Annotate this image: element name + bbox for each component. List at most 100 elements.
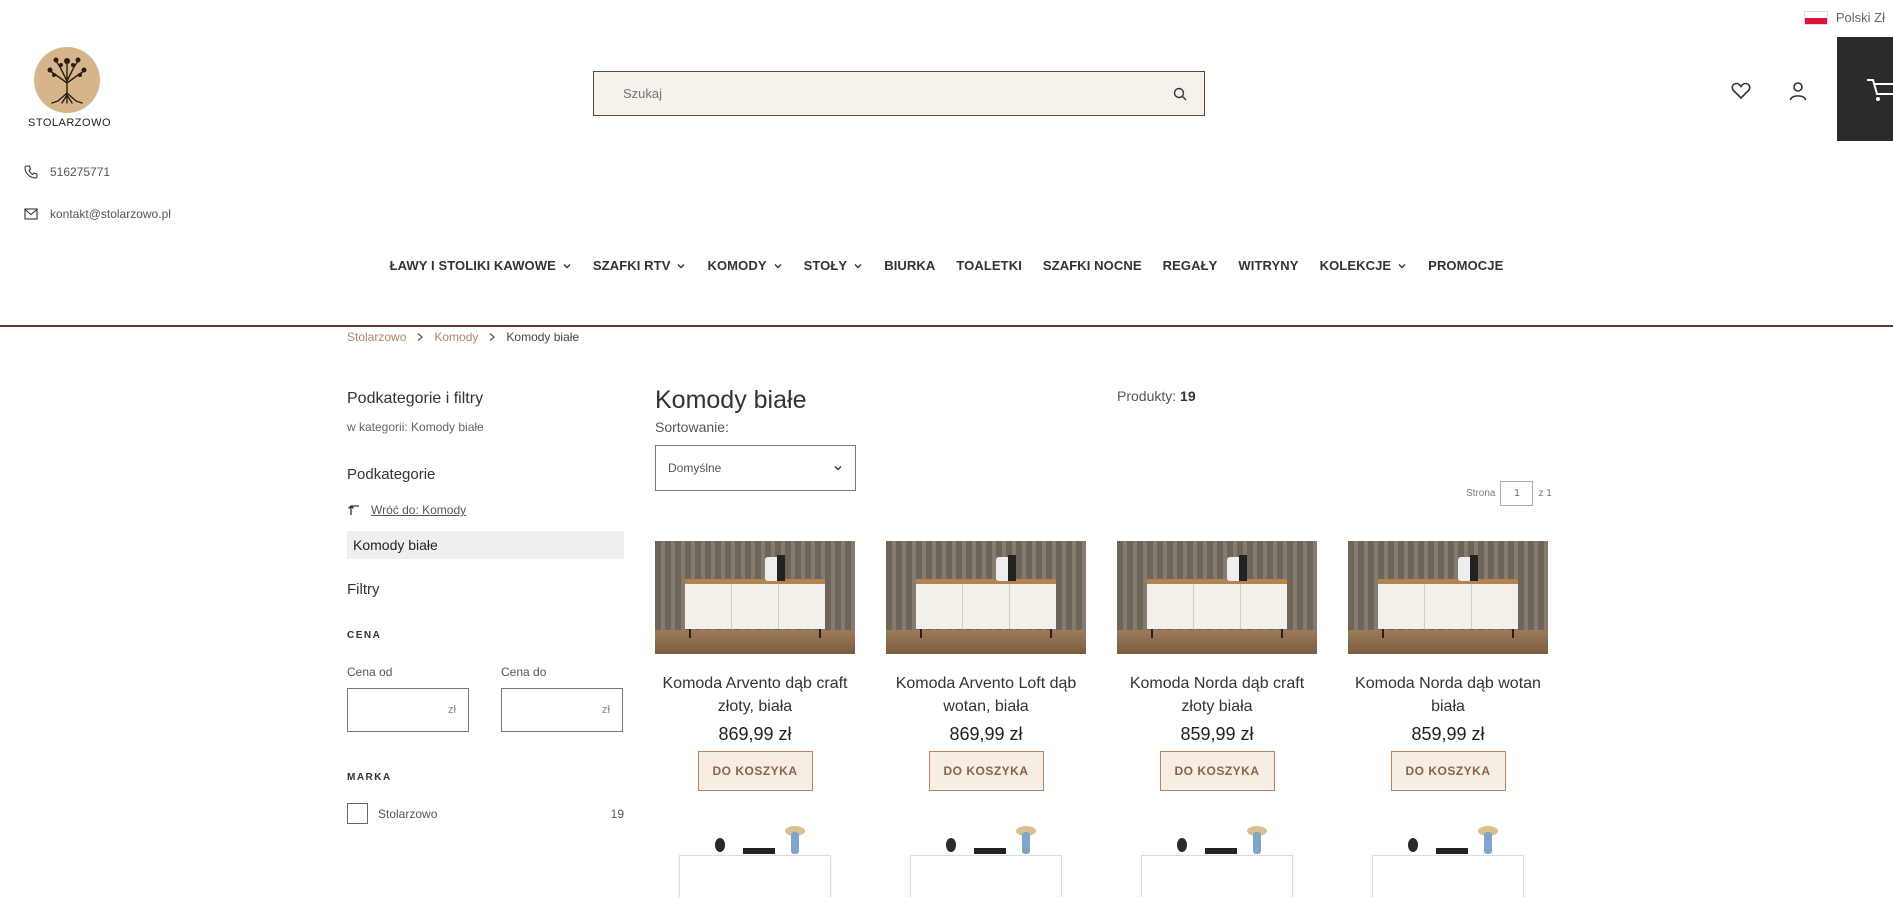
breadcrumb-current: Komody białe (506, 330, 580, 344)
back-link-label: Wróć do: Komody (371, 503, 467, 517)
product-name[interactable]: Komoda Norda dąb wotan biała (1348, 672, 1548, 718)
product-name[interactable]: Komoda Arvento Loft dąb wotan, biała (886, 672, 1086, 718)
nav-item-szafki-rtv[interactable]: SZAFKI RTV (582, 258, 697, 273)
price-from-label: Cena od (347, 665, 393, 679)
nav-item-stoly[interactable]: STOŁY (793, 258, 874, 273)
logo[interactable]: STOLARZOWO (28, 47, 112, 129)
chevron-right-icon (417, 333, 424, 341)
chevron-down-icon (834, 466, 842, 471)
email-address: kontakt@stolarzowo.pl (50, 207, 171, 221)
nav-label: ŁAWY I STOLIKI KAWOWE (389, 258, 556, 273)
product-image[interactable] (886, 826, 1086, 897)
search-icon (1173, 87, 1187, 100)
language-currency-switch[interactable]: Polski Zł (1803, 10, 1885, 25)
nav-item-witryny[interactable]: WITRYNY (1228, 258, 1309, 273)
sort-label: Sortowanie: (655, 419, 729, 435)
phone-icon (24, 165, 38, 179)
pager-label: Strona (1466, 488, 1496, 499)
nav-item-regaly[interactable]: REGAŁY (1152, 258, 1228, 273)
chevron-down-icon (677, 263, 685, 268)
nav-item-biurka[interactable]: BIURKA (874, 258, 946, 273)
product-card: Komoda Arvento Loft dąb wotan, biała 869… (886, 541, 1086, 791)
cart-button[interactable] (1837, 37, 1893, 141)
subcategories-heading: Podkategorie (347, 466, 436, 483)
sidebar-subtitle: w kategorii: Komody białe (347, 420, 484, 434)
nav-label: SZAFKI NOCNE (1042, 258, 1142, 273)
sidebar-title: Podkategorie i filtry (347, 390, 484, 407)
add-to-cart-button[interactable]: DO KOSZYKA (1390, 751, 1506, 791)
chevron-down-icon (563, 263, 571, 268)
chevron-down-icon (854, 263, 862, 268)
nav-label: WITRYNY (1238, 258, 1299, 273)
search-input[interactable] (594, 72, 1156, 115)
product-card: Komoda Norda dąb craft złoty biała 859,9… (1117, 541, 1317, 791)
add-to-cart-button[interactable]: DO KOSZYKA (697, 751, 813, 791)
account-button[interactable] (1783, 76, 1813, 106)
product-name[interactable]: Komoda Norda dąb craft złoty biała (1117, 672, 1317, 718)
nav-item-szafki-nocne[interactable]: SZAFKI NOCNE (1032, 258, 1152, 273)
nav-label: REGAŁY (1162, 258, 1218, 273)
product-image[interactable] (1117, 541, 1317, 654)
breadcrumb: Stolarzowo Komody Komody białe (347, 330, 579, 344)
product-image[interactable] (1348, 541, 1548, 654)
subcategory-komody-biale[interactable]: Komody białe (347, 531, 624, 559)
chevron-right-icon (489, 333, 496, 341)
pagination: Strona 1 z 1 (1466, 481, 1552, 506)
brand-count: 19 (610, 806, 624, 821)
sort-select[interactable]: Domyślne (655, 445, 856, 491)
nav-item-lawy-stoliki[interactable]: ŁAWY I STOLIKI KAWOWE (379, 258, 582, 273)
nav-label: PROMOCJE (1428, 258, 1504, 273)
price-heading: CENA (347, 630, 382, 641)
nav-item-kolekcje[interactable]: KOLEKCJE (1309, 258, 1418, 273)
count-value: 19 (1180, 388, 1196, 404)
nav-item-promocje[interactable]: PROMOCJE (1418, 258, 1514, 273)
brand-name: Stolarzowo (378, 806, 438, 821)
product-image[interactable] (1117, 826, 1317, 897)
breadcrumb-komody[interactable]: Komody (434, 330, 478, 344)
product-image[interactable] (1348, 826, 1548, 897)
nav-label: SZAFKI RTV (592, 258, 671, 273)
main-navigation: ŁAWY I STOLIKI KAWOWE SZAFKI RTV KOMODY … (0, 258, 1893, 273)
product-name[interactable]: Komoda Arvento dąb craft złoty, biała (655, 672, 855, 718)
page-input[interactable]: 1 (1500, 481, 1534, 506)
filters-heading: Filtry (347, 581, 380, 598)
nav-item-komody[interactable]: KOMODY (697, 258, 793, 273)
product-image[interactable] (886, 541, 1086, 654)
price-from-input[interactable]: zł (347, 688, 469, 732)
product-card: Komoda Norda dąb wotan biała 859,99 zł D… (1348, 541, 1548, 791)
tree-logo-icon (34, 47, 100, 113)
back-arrow-icon (348, 505, 359, 515)
language-label: Polski Zł (1835, 10, 1885, 25)
sort-value: Domyślne (668, 461, 722, 475)
filters-sidebar: Podkategorie i filtry w kategorii: Komod… (347, 390, 624, 824)
price-filter: Cena od zł Cena do zł (347, 665, 624, 732)
flag-pl-icon (1803, 10, 1828, 25)
add-to-cart-button[interactable]: DO KOSZYKA (1159, 751, 1275, 791)
nav-label: KOMODY (707, 258, 767, 273)
brand-checkbox[interactable] (347, 803, 368, 824)
search-button[interactable] (1156, 72, 1204, 115)
nav-item-toaletki[interactable]: TOALETKI (946, 258, 1033, 273)
phone-contact[interactable]: 516275771 (24, 165, 110, 179)
nav-label: STOŁY (803, 258, 848, 273)
product-image[interactable] (655, 826, 855, 897)
wishlist-button[interactable] (1726, 76, 1756, 106)
breadcrumb-home[interactable]: Stolarzowo (347, 330, 406, 344)
add-to-cart-button[interactable]: DO KOSZYKA (928, 751, 1044, 791)
product-image[interactable] (655, 541, 855, 654)
nav-label: KOLEKCJE (1319, 258, 1392, 273)
count-label: Produkty: (1117, 388, 1177, 404)
product-count: Produkty: 19 (1117, 388, 1196, 404)
email-contact[interactable]: kontakt@stolarzowo.pl (24, 207, 171, 221)
nav-divider (0, 325, 1893, 327)
logo-text: STOLARZOWO (28, 117, 112, 129)
brand-filter-stolarzowo[interactable]: Stolarzowo 19 (347, 803, 624, 824)
page-title: Komody białe (655, 386, 807, 414)
phone-number: 516275771 (50, 165, 111, 179)
mail-icon (24, 208, 38, 220)
nav-label: TOALETKI (956, 258, 1022, 273)
price-to-input[interactable]: zł (501, 688, 623, 732)
price-to-label: Cena do (501, 665, 547, 679)
back-to-komody-link[interactable]: Wróć do: Komody (347, 503, 624, 517)
cart-icon (1867, 79, 1893, 101)
